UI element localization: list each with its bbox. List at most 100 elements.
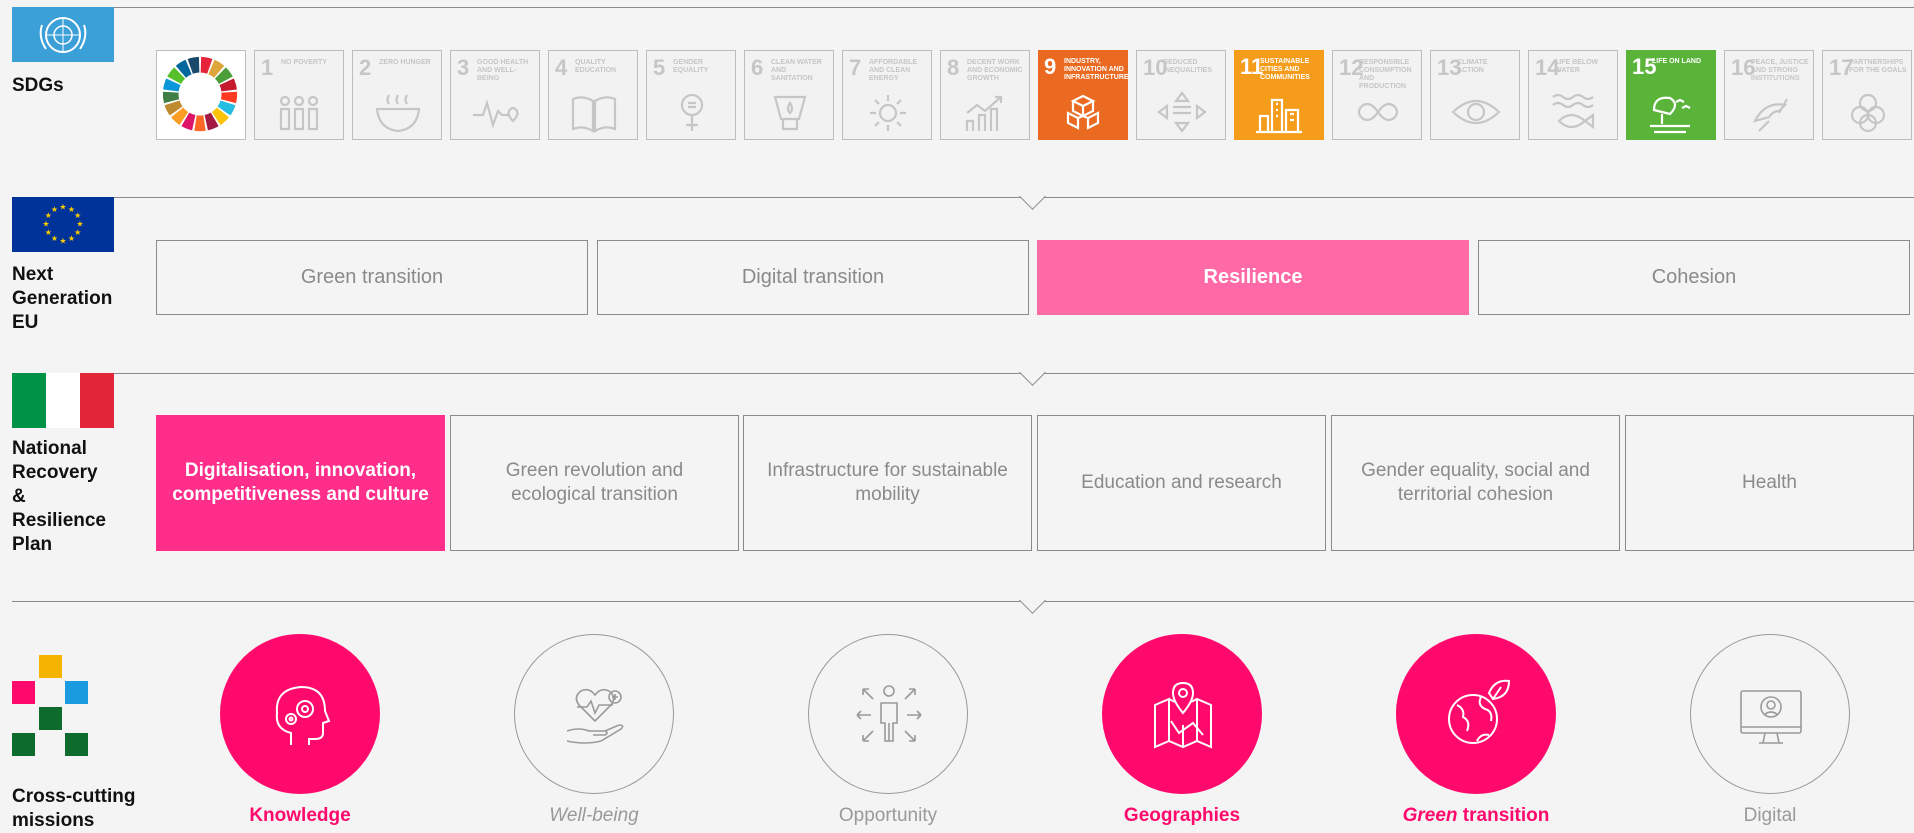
mission-digital[interactable] <box>1690 634 1850 794</box>
mission-green-transition-label: Green transition <box>1356 805 1596 827</box>
eu-flag-icon: ★ ★ ★ ★ ★ ★ ★ ★ ★ ★ ★ ★ <box>12 197 114 252</box>
sdg-wheel-icon <box>162 56 238 132</box>
sdg-title: Clean water and sanitation <box>771 59 822 82</box>
ngeu-label: Next Generation EU <box>12 263 112 335</box>
sdg-tile-15[interactable]: 15 Life on land <box>1626 50 1716 140</box>
missions-label: Cross-cutting missions <box>12 785 136 833</box>
mission-opportunity[interactable] <box>808 634 968 794</box>
sdg-2-icon <box>375 94 421 133</box>
pnrr-label-line: Recovery <box>12 462 98 483</box>
sdg-number: 1 <box>261 55 274 80</box>
sdg-wheel-segment <box>194 115 206 132</box>
divider-ngeu <box>12 197 1914 198</box>
sdg-14-icon <box>1552 93 1595 130</box>
eu-star-icon: ★ <box>74 211 81 220</box>
sdg-15-icon <box>1650 96 1691 134</box>
divider-top <box>12 7 1914 8</box>
heart-hand-icon <box>566 688 624 744</box>
mission-knowledge[interactable] <box>220 634 380 794</box>
eu-star-icon: ★ <box>59 203 66 212</box>
sdg-title: Gender equality <box>673 59 709 74</box>
ngeu-label-line: EU <box>12 312 39 333</box>
eu-star-icon: ★ <box>51 205 58 214</box>
eu-star-icon: ★ <box>51 234 58 243</box>
globe-leaf-icon <box>1448 679 1511 744</box>
pnrr-label-line: Resilience <box>12 510 106 531</box>
sdg-7-icon <box>870 95 906 131</box>
sdg-10-icon <box>1157 91 1207 133</box>
ngeu-green-transition[interactable]: Green transition <box>156 240 588 315</box>
ngeu-digital-transition[interactable]: Digital transition <box>597 240 1029 315</box>
sdg-title: Climate action <box>1457 59 1488 74</box>
sdg-tile-2[interactable]: 2 Zero hunger <box>352 50 442 140</box>
sdg-16-icon <box>1752 98 1788 132</box>
chevron-down-icon <box>1019 587 1046 614</box>
sdg-tile-6[interactable]: 6 Clean water and sanitation <box>744 50 834 140</box>
mission-green-transition[interactable] <box>1396 634 1556 794</box>
ngeu-label-line: Generation <box>12 288 113 309</box>
sdg-tile-17[interactable]: 17 Partnerships for the goals <box>1822 50 1912 140</box>
pnrr-label-line: National <box>12 438 87 459</box>
un-flag-icon <box>12 7 114 62</box>
person-arrows-icon <box>856 685 922 742</box>
sdg-17-icon <box>1850 93 1886 133</box>
pnrr-label: National Recovery & Resilience Plan <box>12 437 106 557</box>
mission-digital-label: Digital <box>1743 805 1797 826</box>
divider-missions <box>12 601 1914 602</box>
sdg-tile-7[interactable]: 7 Affordable and clean energy <box>842 50 932 140</box>
sdg-tile-3[interactable]: 3 Good health and well-being <box>450 50 540 140</box>
chevron-down-icon <box>1019 359 1046 386</box>
mission-well-being[interactable] <box>514 634 674 794</box>
sdg-title: Quality education <box>575 59 617 74</box>
sdg-number: 7 <box>849 55 862 80</box>
pnrr-infrastructure[interactable]: Infrastructure for sustainable mobility <box>743 415 1032 551</box>
sdg-title: Partnerships for the goals <box>1849 59 1907 74</box>
mission-well-being-label: Well-being <box>549 805 639 826</box>
sdg-8-icon <box>965 95 1003 131</box>
sdg-6-icon <box>773 95 807 131</box>
sdg-12-icon <box>1357 102 1399 122</box>
sdg-title: Life below water <box>1555 59 1599 74</box>
sdg-wheel-logo[interactable] <box>156 50 246 140</box>
sdg-tile-16[interactable]: 16 Peace, justice and strong institutions <box>1724 50 1814 140</box>
sdg-4-icon <box>571 96 617 133</box>
sdg-tile-1[interactable]: 1 No poverty <box>254 50 344 140</box>
mission-geographies[interactable] <box>1102 634 1262 794</box>
sdg-11-icon <box>1256 98 1302 134</box>
sdg-tile-4[interactable]: 4 Quality education <box>548 50 638 140</box>
eu-star-icon: ★ <box>45 228 52 237</box>
sdg-tile-10[interactable]: 10 Reduced inequalities <box>1136 50 1226 140</box>
missions-label-line: Cross-cutting <box>12 786 136 807</box>
ngeu-cohesion[interactable]: Cohesion <box>1478 240 1910 315</box>
sdg-title: Zero hunger <box>379 59 431 66</box>
sdg-1-icon <box>279 95 319 131</box>
pnrr-education[interactable]: Education and research <box>1037 415 1326 551</box>
sdg-number: 6 <box>751 55 764 80</box>
ngeu-label-line: Next <box>12 264 54 285</box>
sdg-title: Reduced inequalities <box>1163 59 1213 74</box>
head-gears-icon <box>275 685 331 745</box>
sdg-tile-9[interactable]: 9 Industry, innovation and infrastructure <box>1038 50 1128 140</box>
sdg-wheel-segment <box>220 91 238 104</box>
transition-word: transition <box>1457 805 1550 826</box>
sdg-tile-5[interactable]: 5 Gender equality <box>646 50 736 140</box>
pnrr-digitalisation[interactable]: Digitalisation, innovation, competitiven… <box>156 415 445 551</box>
sdg-tile-12[interactable]: 12 Responsible consumption and production <box>1332 50 1422 140</box>
sdg-number: 9 <box>1044 54 1057 79</box>
pnrr-green-revolution[interactable]: Green revolution and ecological transiti… <box>450 415 739 551</box>
mission-opportunity-label: Opportunity <box>838 805 938 826</box>
ngeu-resilience[interactable]: Resilience <box>1037 240 1469 315</box>
italy-flag-icon <box>12 373 114 428</box>
sdg-title: Affordable and clean energy <box>869 59 918 82</box>
sdg-tile-13[interactable]: 13 Climate action <box>1430 50 1520 140</box>
sdg-number: 8 <box>947 55 960 80</box>
sdg-number: 3 <box>457 55 470 80</box>
sdg-tile-11[interactable]: 11 Sustainable cities and communities <box>1234 50 1324 140</box>
sdg-title: No poverty <box>281 59 327 66</box>
pnrr-health[interactable]: Health <box>1625 415 1914 551</box>
sdg-tile-14[interactable]: 14 Life below water <box>1528 50 1618 140</box>
sdg-tile-8[interactable]: 8 Decent work and economic growth <box>940 50 1030 140</box>
pnrr-gender-equality[interactable]: Gender equality, social and territorial … <box>1331 415 1620 551</box>
sdg-9-icon <box>1066 94 1100 130</box>
pnrr-label-line: Plan <box>12 534 53 555</box>
